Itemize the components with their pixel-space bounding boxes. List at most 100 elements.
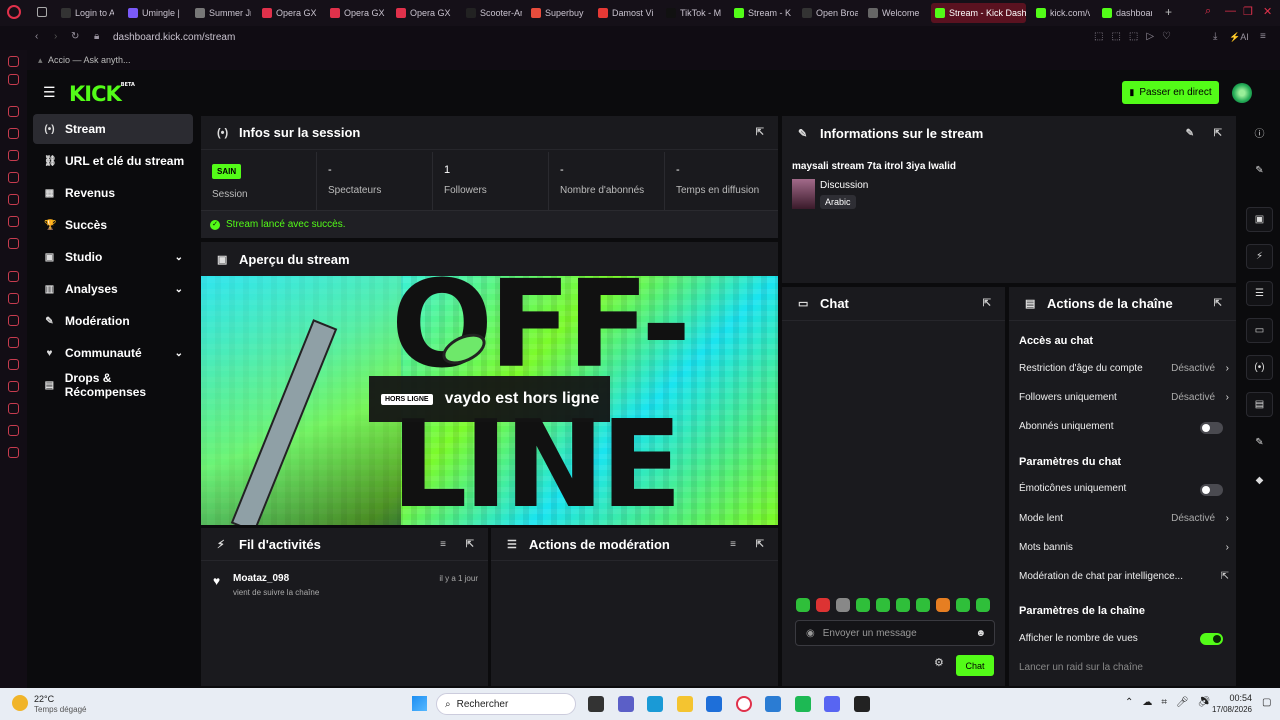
session-icon[interactable]: ▣: [1246, 207, 1273, 232]
twitch-icon[interactable]: [8, 128, 19, 139]
emote-icon[interactable]: [956, 598, 970, 612]
wrench-icon[interactable]: ✎: [1246, 430, 1273, 455]
emote-icon[interactable]: [816, 598, 830, 612]
task-view-icon[interactable]: [588, 696, 604, 712]
teams-icon[interactable]: [617, 696, 634, 712]
nav-item-url-key[interactable]: ⛓ URL et clé du stream: [33, 146, 193, 176]
edit-icon[interactable]: ✎: [1246, 158, 1273, 183]
browser-tab[interactable]: TikTok - M: [666, 3, 722, 23]
tabs-menu-icon[interactable]: [37, 7, 47, 17]
nav-item-achievements[interactable]: 🏆 Succès: [33, 210, 193, 240]
browser-tab[interactable]: Open Broa: [802, 3, 858, 23]
nav-item-analytics[interactable]: ▥ Analyses ⌄: [33, 274, 193, 304]
minimize-icon[interactable]: —: [1225, 5, 1236, 17]
chat-settings-icon[interactable]: ⚙: [934, 656, 944, 669]
tiktok-icon[interactable]: [8, 216, 19, 227]
bookmark-accio[interactable]: Accio — Ask anyth...: [48, 55, 131, 65]
history-icon[interactable]: [8, 381, 19, 392]
browser-tab[interactable]: Damost Vi: [598, 3, 655, 23]
percent-icon[interactable]: [8, 150, 19, 161]
chat-input[interactable]: ◉ Envoyer un message ☻: [795, 620, 995, 646]
emote-icon[interactable]: [916, 598, 930, 612]
subs-only-toggle[interactable]: [1200, 422, 1223, 434]
spotify-icon[interactable]: [794, 696, 811, 712]
broadcast-icon[interactable]: (•): [1246, 355, 1273, 380]
extensions-icon[interactable]: [8, 425, 19, 436]
emoji-icon[interactable]: ☻: [975, 628, 986, 639]
slow-mode-row[interactable]: Mode lent Désactivé ›: [1019, 513, 1229, 524]
forward-icon[interactable]: ›: [54, 31, 57, 42]
list-icon[interactable]: [8, 359, 19, 370]
browser-tab[interactable]: kick.com/v: [1036, 3, 1090, 23]
browser-tab[interactable]: Superbuy: [531, 3, 587, 23]
discord-icon[interactable]: [824, 696, 840, 712]
chevron-down-icon[interactable]: ⌄: [175, 284, 183, 295]
back-icon[interactable]: ‹: [35, 31, 38, 42]
kick-logo[interactable]: KICKBETA: [69, 82, 135, 106]
bulb-icon[interactable]: [8, 337, 19, 348]
popout-icon[interactable]: ⇱: [756, 539, 764, 550]
opera-logo-icon[interactable]: [7, 5, 21, 19]
download-icon[interactable]: [8, 403, 19, 414]
edit-icon[interactable]: ✎: [1186, 128, 1194, 139]
reload-icon[interactable]: ↻: [71, 31, 79, 42]
nav-item-stream[interactable]: (•) Stream: [33, 114, 193, 144]
chatgpt-icon[interactable]: [8, 106, 19, 117]
settings-icon[interactable]: [8, 447, 19, 458]
avatar[interactable]: [1232, 83, 1252, 103]
emote-icon[interactable]: [796, 598, 810, 612]
nav-item-studio[interactable]: ▣ Studio ⌄: [33, 242, 193, 272]
chat-icon[interactable]: ▭: [1246, 318, 1273, 343]
go-live-button[interactable]: ▮ Passer en direct: [1122, 81, 1219, 104]
messenger-icon[interactable]: [8, 56, 19, 67]
banned-words-row[interactable]: Mots bannis ›: [1019, 542, 1229, 553]
popout-icon[interactable]: ⇱: [756, 127, 764, 138]
obs-icon[interactable]: [853, 696, 870, 712]
popout-icon[interactable]: ⇱: [1214, 128, 1222, 139]
edge-icon[interactable]: [647, 696, 663, 712]
store-icon[interactable]: [706, 696, 722, 712]
emote-icon[interactable]: [976, 598, 990, 612]
instagram-icon[interactable]: [8, 74, 19, 85]
show-views-toggle[interactable]: [1200, 633, 1223, 645]
browser-tab[interactable]: Opera GX: [396, 3, 456, 23]
nav-item-revenue[interactable]: ▦ Revenus: [33, 178, 193, 208]
hamburger-icon[interactable]: ☰: [43, 84, 56, 101]
browser-tab[interactable]: Umingle |: [128, 3, 184, 23]
chat-send-button[interactable]: Chat: [956, 655, 994, 676]
browser-tab[interactable]: Scooter-Ar: [466, 3, 522, 23]
actions-icon[interactable]: ▤: [1246, 392, 1273, 417]
emote-icon[interactable]: [936, 598, 950, 612]
ai-moderation-row[interactable]: Modération de chat par intelligence... ⇱: [1019, 571, 1229, 582]
player-icon[interactable]: [8, 271, 19, 282]
nav-item-drops[interactable]: ▤ Drops & Récompenses: [33, 370, 193, 400]
mail-icon[interactable]: [765, 696, 781, 712]
taskbar-search[interactable]: ⌕ Rechercher: [436, 693, 576, 715]
apps-icon[interactable]: [8, 293, 19, 304]
clock-date[interactable]: 17/08/2026: [1202, 705, 1252, 714]
popout-icon[interactable]: ⇱: [1214, 298, 1222, 309]
chevron-down-icon[interactable]: ⌄: [175, 252, 183, 263]
shapes-icon[interactable]: ◆: [1246, 468, 1273, 493]
new-tab-icon[interactable]: +: [1165, 5, 1172, 19]
opera-icon[interactable]: [735, 696, 752, 712]
url-field[interactable]: dashboard.kick.com/stream: [113, 32, 235, 43]
explorer-icon[interactable]: [676, 696, 693, 712]
popout-icon[interactable]: ⇱: [983, 298, 991, 309]
search-tabs-icon[interactable]: ⌕: [1205, 5, 1211, 18]
close-window-icon[interactable]: ✕: [1263, 5, 1272, 18]
browser-tab[interactable]: Login to Ac: [61, 3, 114, 23]
browser-tab[interactable]: dashboard: [1102, 3, 1152, 23]
nav-item-community[interactable]: ♥ Communauté ⌄: [33, 338, 193, 368]
followers-only-row[interactable]: Followers uniquement Désactivé ›: [1019, 392, 1229, 403]
x-icon[interactable]: [8, 238, 19, 249]
activity-user[interactable]: Moataz_098: [233, 573, 289, 584]
emotes-only-toggle[interactable]: [1200, 484, 1223, 496]
filter-icon[interactable]: ≡: [730, 539, 736, 550]
filter-icon[interactable]: ≡: [440, 539, 446, 550]
emote-icon[interactable]: [896, 598, 910, 612]
nav-item-moderation[interactable]: ✎ Modération: [33, 306, 193, 336]
discord-icon[interactable]: [8, 172, 19, 183]
toolbar-icons[interactable]: ⬚⬚⬚▷♡: [1094, 31, 1179, 42]
browser-tab[interactable]: Stream - K: [734, 3, 792, 23]
